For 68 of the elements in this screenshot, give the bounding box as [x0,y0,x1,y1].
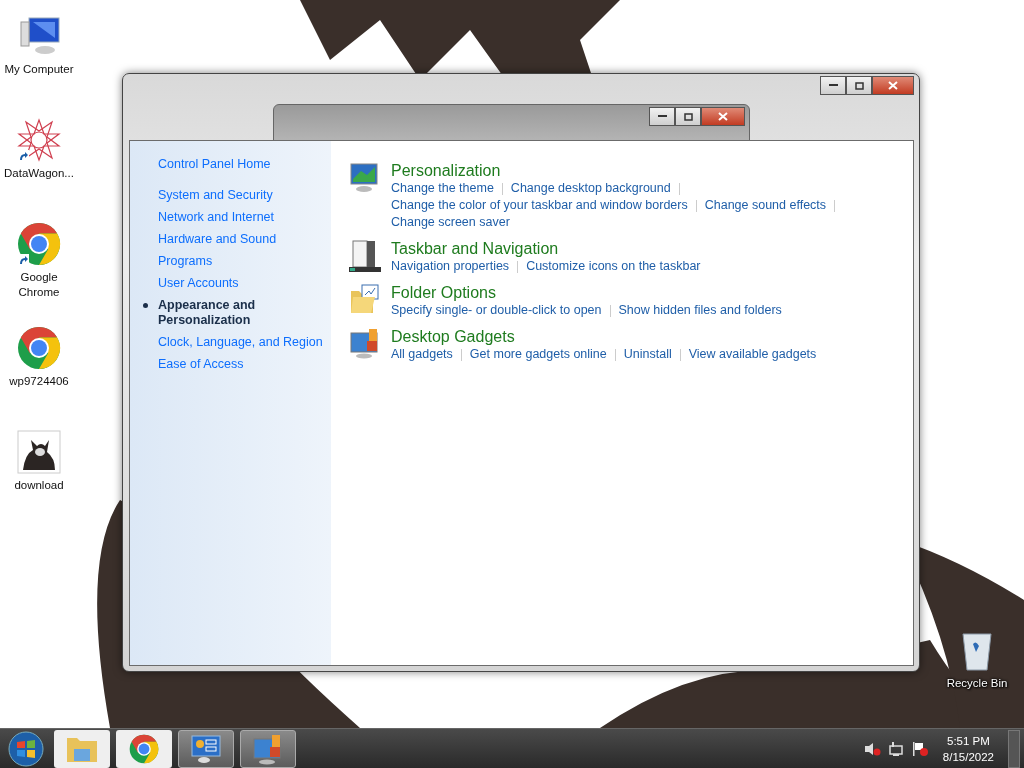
task-link[interactable]: View available gadgets [688,347,817,361]
windows-logo-icon [8,730,44,767]
icon-label: wp9724406 [8,374,70,389]
sidebar-link[interactable]: Clock, Language, and Region [158,334,331,350]
gadgets-monitor-icon [349,327,381,359]
chrome-icon [17,326,61,370]
task-link[interactable]: Navigation properties [391,259,510,273]
control-panel-icon [190,733,222,764]
tower-icon [349,239,381,273]
taskbar-button[interactable] [178,729,234,768]
icon-label: My Computer [3,62,75,77]
task-link[interactable]: Change the color of your taskbar and window borders [391,198,688,212]
task-link[interactable]: Customize icons on the taskbar [526,259,701,273]
chrome-icon [17,222,61,266]
category-link[interactable]: Desktop Gadgets [391,327,817,346]
close-button[interactable] [872,76,914,95]
maximize-button[interactable] [846,76,872,95]
close-icon [718,112,728,121]
minimize-button[interactable] [820,76,846,95]
star-pattern-icon [17,118,61,162]
folder-icon [349,283,381,315]
task-link[interactable]: Change screen saver [391,215,510,229]
sidebar-link[interactable]: System and Security [158,187,331,203]
icon-label: Google Chrome [17,270,61,300]
category-link[interactable]: Personalization [391,161,844,180]
sidebar-link[interactable]: Network and Internet [158,209,331,225]
sidebar-link[interactable]: Control Panel Home [158,155,331,174]
minimize-button[interactable] [649,107,675,126]
task-link[interactable]: Uninstall [623,347,672,361]
sidebar-link[interactable]: Programs [158,253,331,269]
close-icon [888,81,898,90]
sidebar-link[interactable]: Ease of Access [158,356,331,372]
picture-thumbnail-icon [17,430,61,474]
monitor-icon [349,161,381,193]
icon-label: DataWagon... [3,166,75,181]
sidebar-link[interactable]: Appearance and Personalization [158,297,268,328]
maximize-button[interactable] [675,107,701,126]
clock-date: 8/15/2022 [942,749,994,765]
task-link[interactable]: Get more gadgets online [469,347,607,361]
task-link[interactable]: Show hidden files and folders [618,303,782,317]
icon-label: Recycle Bin [945,676,1009,691]
taskbar-button[interactable] [240,729,296,768]
clock-time: 5:51 PM [946,733,991,749]
task-link[interactable]: All gadgets [391,347,453,361]
icon-label: download [13,478,65,493]
task-link[interactable]: Change sound effects [704,198,827,212]
clock[interactable]: 5:51 PM 8/15/2022 [942,732,994,765]
monitor-icon [252,732,284,765]
sidebar-link[interactable]: Hardware and Sound [158,231,331,247]
speaker-muted-icon[interactable] [862,740,881,757]
close-button[interactable] [701,107,745,126]
task-link[interactable]: Change the theme [391,181,494,195]
flag-icon[interactable] [910,740,929,757]
chrome-icon [129,733,159,764]
task-link[interactable]: Change desktop background [510,181,671,195]
minimize-icon [828,84,838,87]
minimize-icon [657,115,667,118]
desktop-shortcut[interactable] [17,430,61,474]
taskbar-button[interactable] [54,729,110,768]
category-link[interactable]: Taskbar and Navigation [391,239,701,258]
bullet-icon [143,302,148,308]
taskbar-button[interactable] [116,729,172,768]
network-icon[interactable] [886,740,905,757]
maximize-icon [854,81,864,90]
sidebar-link[interactable]: User Accounts [158,275,331,291]
task-link[interactable]: Specify single- or double-click to open [391,303,602,317]
category-link[interactable]: Folder Options [391,283,782,302]
maximize-icon [683,112,693,121]
